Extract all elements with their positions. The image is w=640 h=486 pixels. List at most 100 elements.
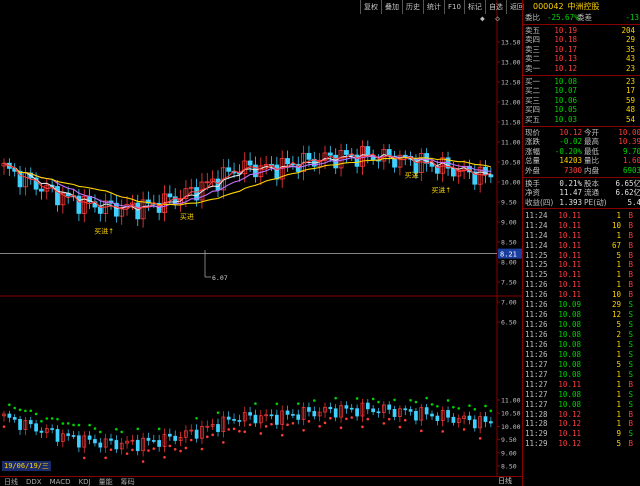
tick-time: 11:26 [525,310,548,320]
sar-dot [18,408,22,412]
tick-volume: 9 [616,429,621,439]
low-marker-label: 6.07 [212,274,228,282]
ind-candle-body [285,410,290,415]
tick-volume: 1 [616,260,621,270]
ask-row[interactable]: 卖二 10.13 43 [523,54,640,64]
tab-macd[interactable]: MACD [46,478,75,486]
sar-dot [361,425,364,429]
tick-time: 11:24 [525,240,548,250]
bid-price: 10.07 [554,86,577,96]
ind-candle-body [489,421,493,424]
sar-dot [77,423,81,427]
ask-row[interactable]: 卖四 10.18 29 [523,35,640,45]
tick-time: 11:26 [525,280,548,290]
ind-candle-body [93,439,97,444]
sar-dot [420,429,423,433]
tick-price: 10.11 [558,240,581,250]
tick-volume: 29 [611,300,621,310]
kline-chart[interactable]: 13.50 13.00 12.50 12.00 11.50 11.00 10.50 10.00… [0,0,522,486]
sar-dot [350,416,354,419]
ind-candle-body [50,428,55,430]
toolbar-mark-button[interactable]: 标记 [463,0,485,14]
sar-dot [382,422,386,425]
stat-value: 6903 [622,165,640,175]
ind-candle-body [232,419,236,421]
period-label[interactable]: 日线 [498,476,512,486]
toolbar-fuquan-button[interactable]: 复权 [360,0,381,14]
sar-dot [478,437,482,440]
toolbar-history-button[interactable]: 历史 [402,0,423,14]
toolbar-overlay-button[interactable]: 叠加 [381,0,402,14]
tick-volume: 5 [616,320,621,330]
tick-side: S [628,429,633,439]
sar-dot [168,444,172,448]
sar-dot [280,433,284,437]
sar-dot [286,423,289,426]
tick-side: B [628,250,633,260]
tick-row: 11:28 10.12 1 B [523,419,640,429]
ind-candle-body [451,416,456,423]
stat-cell: PE(动) 5.4 [582,198,640,208]
tab-volume[interactable]: 量能 [95,477,117,486]
ask-row[interactable]: 卖一 10.12 23 [523,64,640,74]
price-tick-label: 7.00 [501,299,517,307]
ind-candle-body [269,414,274,417]
toolbar-stats-button[interactable]: 统计 [423,0,444,14]
stat-value: 5.4 [627,197,640,207]
price-tick-label: 8.50 [501,239,517,247]
bid-row[interactable]: 买四 10.05 48 [523,105,640,115]
diamond-outline-icon[interactable]: ◇ [495,14,500,24]
stat-value: 11.47 [559,188,582,198]
stat-label: 量比 [584,156,599,166]
tab-chips[interactable]: 筹码 [117,477,139,486]
tick-price: 10.08 [558,310,581,320]
tick-time: 11:28 [525,419,548,429]
ask-row[interactable]: 卖三 10.17 35 [523,45,640,55]
ind-candle-body [216,424,220,432]
bid-row[interactable]: 买三 10.06 59 [523,96,640,106]
bid-price: 10.05 [554,105,577,115]
tab-kdj[interactable]: KDJ [75,478,95,486]
candle-body [306,152,312,160]
price-tick-label: 13.00 [501,59,521,67]
ind-candle-body [291,414,295,416]
toolbar-f10-button[interactable]: F10 [444,0,464,14]
sar-dot [222,441,225,444]
bid-row[interactable]: 买五 10.03 54 [523,115,640,125]
weibi-value: -25.67% [547,13,579,22]
tick-volume: 5 [616,359,621,369]
ind-candle-body [328,406,333,410]
sar-dot [318,424,321,428]
tick-volume: 10 [611,290,621,300]
tick-time: 11:27 [525,379,548,389]
ind-candle-body [87,435,92,440]
diamond-icon[interactable]: ◆ [480,14,485,24]
bid-price: 10.08 [554,76,577,86]
ind-candle-body [18,418,22,430]
tab-daily[interactable]: 日线 [0,477,22,486]
sar-dot [2,425,6,428]
tick-time: 11:25 [525,270,548,280]
tick-side: B [628,379,633,389]
ask-label: 卖一 [525,63,540,73]
stock-name: 中洲控股 [567,2,600,11]
bid-row[interactable]: 买二 10.07 17 [523,86,640,96]
stat-cell: 量比 1.60 [582,156,640,166]
stat-cell: 今开 10.00 [582,128,640,138]
ask-row[interactable]: 卖五 10.19 204 [523,26,640,36]
tick-row: 11:28 10.12 1 B [523,409,640,419]
ind-candle-body [237,420,242,422]
stat-row: 涨跌 -0.02 最高 10.39 [523,137,640,147]
tick-price: 10.08 [558,359,581,369]
toolbar-watchlist-button[interactable]: 自选 [484,0,506,14]
tick-side: S [628,300,633,310]
weicha-value: -13 [625,13,639,22]
tab-ddx[interactable]: DDX [22,478,46,486]
tick-list[interactable]: 11:24 10.11 1 B 11:24 10.11 10 B 11:24 10.11 1 B 11:… [523,210,640,449]
stat-value: 14203 [559,156,582,166]
sar-dot [238,429,241,433]
share-stats: 换手 0.21% 股本 6.65亿 净资 11.47 流通 6.62亿 收益(四) 1.393 PE… [523,179,640,208]
sar-dot [436,404,439,408]
sar-dot [152,447,156,450]
bid-row[interactable]: 买一 10.08 23 [523,77,640,87]
